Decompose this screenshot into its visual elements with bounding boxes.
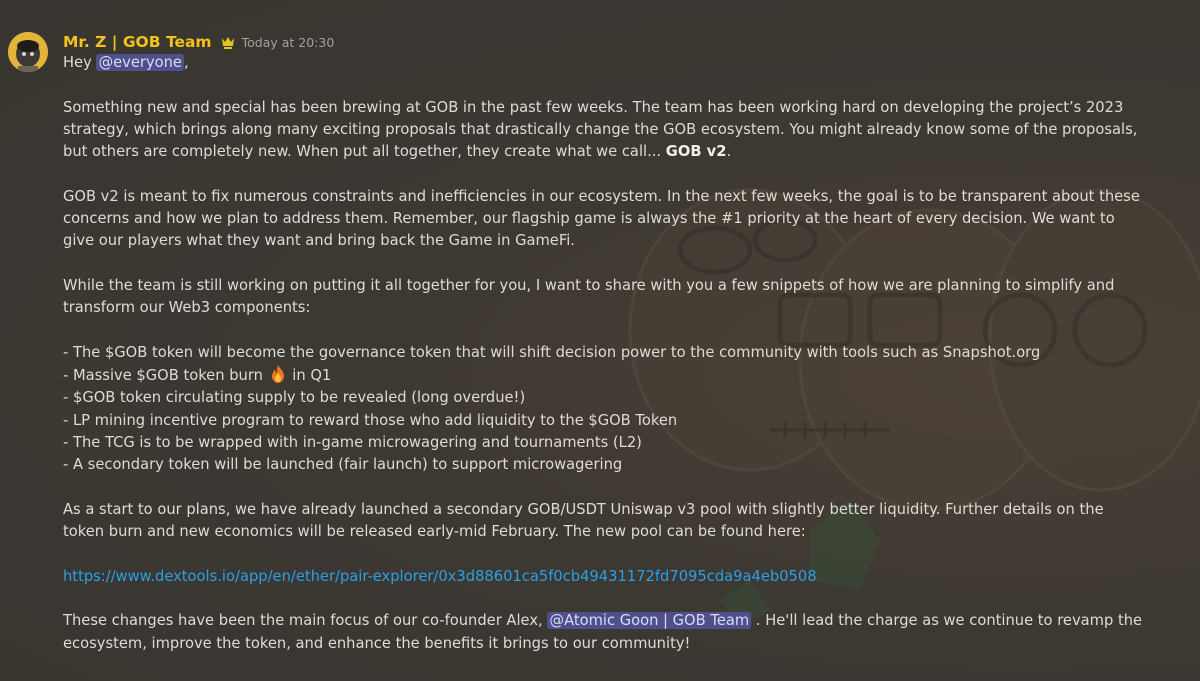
crown-icon[interactable]: [221, 35, 235, 50]
gob-v2-bold: GOB v2: [665, 143, 727, 161]
paragraph-3: While the team is still working on putti…: [63, 276, 1115, 317]
link-line: https://www.dextools.io/app/en/ether/pai…: [63, 566, 1143, 588]
message-timestamp[interactable]: Today at 20:30: [242, 35, 335, 50]
message-header: Mr. Z | GOB Team Today at 20:30: [63, 31, 334, 53]
author-name[interactable]: Mr. Z | GOB Team: [63, 33, 212, 51]
avatar[interactable]: [8, 32, 48, 72]
chat-message-view: Mr. Z | GOB Team Today at 20:30 Hey @eve…: [0, 0, 1200, 681]
greeting-end: ,: [183, 54, 189, 71]
paragraph-4: As a start to our plans, we have already…: [63, 500, 1104, 541]
bullet-6: - A secondary token will be launched (fa…: [63, 456, 623, 474]
paragraph-2: GOB v2 is meant to fix numerous constrai…: [63, 187, 1140, 250]
bullet-1: - The $GOB token will become the governa…: [63, 343, 1041, 361]
greeting-text: Hey: [63, 54, 92, 71]
fire-emoji-icon: [268, 364, 288, 384]
bullet-4: - LP mining incentive program to reward …: [63, 411, 678, 429]
message-content: Hey @everyone, Something new and special…: [63, 52, 1143, 655]
paragraph-5: These changes have been the main focus o…: [63, 610, 1143, 655]
paragraph-5-start: These changes have been the main focus o…: [63, 612, 543, 630]
bullet-2-end: in Q1: [287, 367, 332, 385]
dextools-link[interactable]: https://www.dextools.io/app/en/ether/pai…: [63, 568, 817, 585]
mention-atomic-goon[interactable]: @Atomic Goon | GOB Team: [547, 612, 752, 630]
paragraph-1-text: Something new and special has been brewi…: [63, 98, 1138, 161]
mention-everyone[interactable]: @everyone: [96, 54, 184, 71]
paragraph-1-end: .: [726, 143, 732, 161]
bullet-3: - $GOB token circulating supply to be re…: [63, 389, 526, 407]
bullet-5: - The TCG is to be wrapped with in-game …: [63, 434, 642, 452]
greeting-line: Hey @everyone,: [63, 52, 1143, 74]
paragraph-1: Something new and special has been brewi…: [63, 97, 1143, 164]
bullet-2-text: - Massive $GOB token burn: [63, 367, 263, 385]
avatar-goblin-icon: [8, 32, 48, 72]
bullet-2: - Massive $GOB token burn in Q1: [63, 364, 1143, 387]
